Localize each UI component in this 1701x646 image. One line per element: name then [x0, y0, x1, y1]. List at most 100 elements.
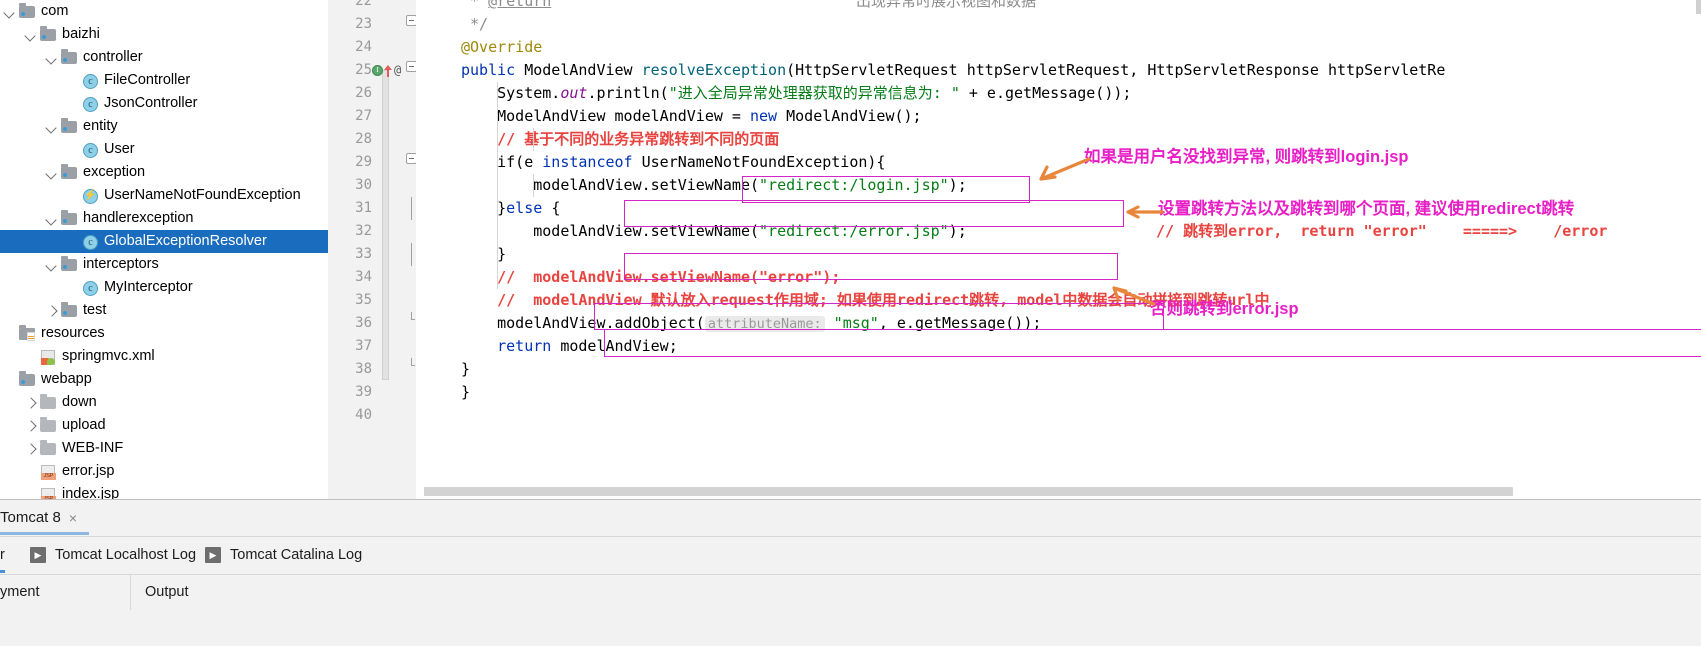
- code-token: }: [461, 383, 471, 401]
- tree-item-test[interactable]: test: [0, 299, 328, 322]
- ide-window: com baizhi controller c FileController c JsonC…: [0, 0, 1701, 646]
- tree-item-handlerexception[interactable]: handlerexception: [0, 207, 328, 230]
- chevron-down-icon[interactable]: [45, 166, 58, 179]
- code-token: // modelAndView.setViewName("error");: [461, 268, 841, 286]
- code-token: // 基于不同的业务异常跳转到不同的页面: [461, 130, 780, 148]
- chevron-down-icon[interactable]: [45, 258, 58, 271]
- folder-icon: [40, 416, 57, 434]
- tree-item-entity[interactable]: entity: [0, 115, 328, 138]
- override-arrow-icon[interactable]: [384, 64, 393, 77]
- code-line-38[interactable]: }: [461, 358, 470, 381]
- log-tab-tomcat-catalina-log[interactable]: ▶ Tomcat Catalina Log: [205, 536, 362, 573]
- code-line-34[interactable]: // modelAndView.setViewName("error");: [461, 266, 840, 289]
- tree-item-index-jsp[interactable]: index.jsp: [0, 483, 328, 500]
- tree-item-filecontroller[interactable]: c FileController: [0, 69, 328, 92]
- code-line-32[interactable]: modelAndView.setViewName("redirect:/erro…: [461, 220, 967, 243]
- code-line-31[interactable]: }else {: [461, 197, 560, 220]
- tree-item-label: interceptors: [83, 256, 159, 272]
- anno-error: 否则跳转到error.jsp: [1150, 300, 1299, 318]
- code-line-35[interactable]: // modelAndView 默认放入request作用域; 如果使用redi…: [461, 289, 1269, 312]
- tree-item-baizhi[interactable]: baizhi: [0, 23, 328, 46]
- tree-item-label: upload: [62, 417, 106, 433]
- project-tree-panel[interactable]: com baizhi controller c FileController c JsonC…: [0, 0, 328, 500]
- editor-horizontal-scrollbar[interactable]: [424, 487, 1513, 496]
- code-line-26[interactable]: System.out.println("进入全局异常处理器获取的异常信息为: "…: [461, 82, 1131, 105]
- tree-item-label: handlerexception: [83, 210, 194, 226]
- tree-item-upload[interactable]: upload: [0, 414, 328, 437]
- tree-item-user[interactable]: c User: [0, 138, 328, 161]
- code-line-30[interactable]: modelAndView.setViewName("redirect:/logi…: [461, 174, 967, 197]
- gutter-run-markers[interactable]: I @: [372, 59, 401, 82]
- tree-item-interceptors[interactable]: interceptors: [0, 253, 328, 276]
- status-row: yment Output: [0, 574, 1701, 610]
- code-line-28[interactable]: // 基于不同的业务异常跳转到不同的页面: [461, 128, 779, 151]
- tree-item-web-inf[interactable]: WEB-INF: [0, 437, 328, 460]
- code-token: "redirect:/error.jsp": [759, 222, 949, 240]
- line-number-24: 24: [355, 39, 372, 55]
- tree-item-usernamenotfoundexception[interactable]: ⚡ UserNameNotFoundException: [0, 184, 328, 207]
- code-line-37[interactable]: return modelAndView;: [461, 335, 678, 358]
- java-class-icon: c: [82, 73, 99, 89]
- code-line-25[interactable]: public ModelAndView resolveException(Htt…: [461, 59, 1445, 82]
- log-tab-r[interactable]: r: [0, 536, 5, 573]
- code-line-33[interactable]: }: [461, 243, 506, 266]
- chevron-down-icon[interactable]: [45, 51, 58, 64]
- code-line-22[interactable]: * @return: [461, 0, 551, 13]
- code-token: // modelAndView 默认放入request作用域; 如果使用redi…: [461, 291, 1270, 309]
- code-token: instanceof: [542, 153, 642, 171]
- tree-item-label: exception: [83, 164, 146, 180]
- tree-item-springmvc-xml[interactable]: springmvc.xml: [0, 345, 328, 368]
- status-cell-yment[interactable]: yment: [0, 574, 40, 610]
- status-cell-output[interactable]: Output: [145, 574, 189, 610]
- code-line-24[interactable]: @Override: [461, 36, 542, 59]
- tree-item-jsoncontroller[interactable]: c JsonController: [0, 92, 328, 115]
- chevron-right-icon[interactable]: [24, 419, 37, 432]
- tree-item-label: User: [104, 141, 135, 157]
- run-tab-tomcat8[interactable]: Tomcat 8 ×: [0, 500, 90, 535]
- code-line-23[interactable]: */: [461, 13, 488, 36]
- log-tab-label: Tomcat Catalina Log: [230, 546, 363, 563]
- log-tab-label: Tomcat Localhost Log: [55, 546, 197, 563]
- tree-item-com[interactable]: com: [0, 0, 328, 23]
- code-editor[interactable]: 22 23 24 25 26 27 28 29 30 31 32 33 34 35 36 37 38 39 40 I @…: [328, 0, 1701, 500]
- chevron-down-icon[interactable]: [45, 120, 58, 133]
- chevron-right-icon[interactable]: [24, 442, 37, 455]
- line-number-23: 23: [355, 16, 372, 32]
- log-tab-tomcat-localhost-log[interactable]: ▶ Tomcat Localhost Log: [30, 536, 196, 573]
- tree-item-webapp[interactable]: webapp: [0, 368, 328, 391]
- chevron-right-icon[interactable]: [45, 304, 58, 317]
- tree-item-myinterceptor[interactable]: c MyInterceptor: [0, 276, 328, 299]
- tree-item-error-jsp[interactable]: error.jsp: [0, 460, 328, 483]
- fold-marker-glyph: [411, 312, 415, 320]
- chevron-down-icon[interactable]: [24, 28, 37, 41]
- code-line-36[interactable]: modelAndView.addObject(attributeName: "m…: [461, 312, 1041, 335]
- tree-item-exception[interactable]: exception: [0, 161, 328, 184]
- tree-item-down[interactable]: down: [0, 391, 328, 414]
- code-line-39[interactable]: }: [461, 381, 470, 404]
- line-number-27: 27: [355, 108, 372, 124]
- chevron-down-icon[interactable]: [3, 5, 16, 18]
- vertical-scrollbar-thumb[interactable]: [1696, 0, 1701, 14]
- java-exception-class-icon: ⚡: [82, 188, 99, 204]
- implementation-marker-icon[interactable]: I: [372, 65, 383, 76]
- chevron-right-icon[interactable]: [24, 396, 37, 409]
- code-line-29[interactable]: if(e instanceof UserNameNotFoundExceptio…: [461, 151, 885, 174]
- chevron-down-icon[interactable]: [45, 212, 58, 225]
- close-icon[interactable]: ×: [69, 511, 77, 525]
- annotation-marker-icon[interactable]: @: [394, 59, 401, 82]
- tree-item-label: error.jsp: [62, 463, 115, 479]
- code-line-27[interactable]: ModelAndView modelAndView = new ModelAnd…: [461, 105, 921, 128]
- run-tab-underline: [0, 532, 90, 535]
- tree-item-globalexceptionresolver[interactable]: c GlobalExceptionResolver: [0, 230, 328, 253]
- code-token: */: [461, 15, 489, 33]
- anno-redirect: 设置跳转方法以及跳转到哪个页面, 建议使用redirect跳转: [1158, 200, 1575, 218]
- indent-guide: [497, 82, 499, 289]
- editor-gutter[interactable]: 22 23 24 25 26 27 28 29 30 31 32 33 34 35 36 37 38 39 40 I @: [328, 0, 417, 500]
- tree-item-controller[interactable]: controller: [0, 46, 328, 69]
- tree-item-resources[interactable]: resources: [0, 322, 328, 345]
- bottom-tool-window[interactable]: Tomcat 8 × r ▶ Tomcat Localhost Log ▶ Tomcat…: [0, 499, 1701, 646]
- code-content[interactable]: * @return 出现异常时展示视图和数据 */ @Override public …: [416, 0, 1701, 500]
